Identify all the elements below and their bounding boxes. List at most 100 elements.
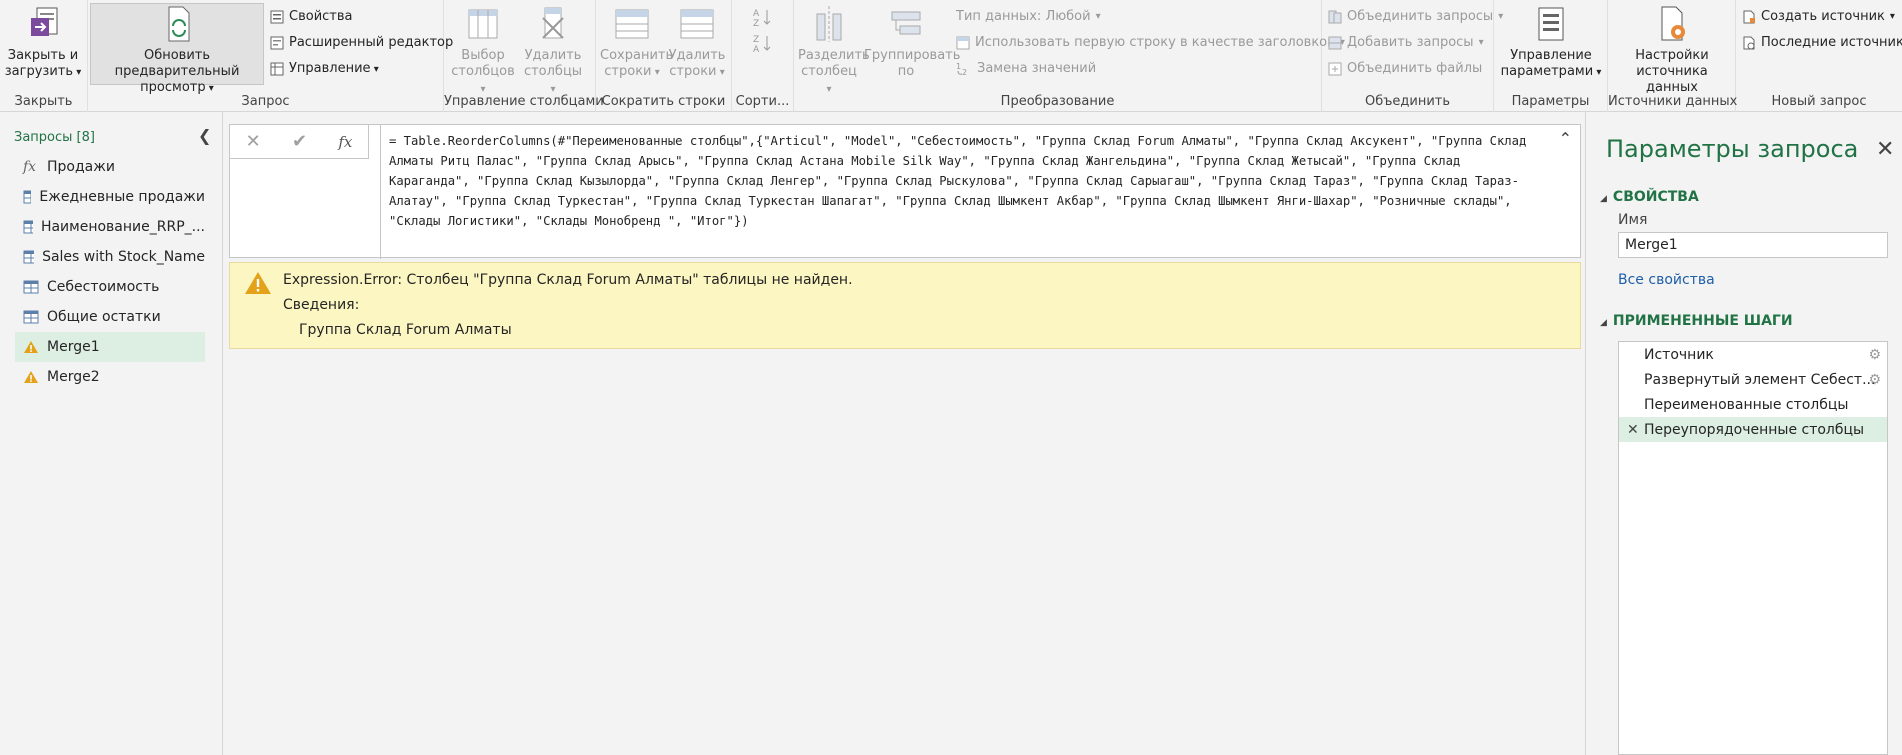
applied-steps-heading[interactable]: ПРИМЕНЕННЫЕ ШАГИ [1600,313,1793,329]
collapse-pane-icon[interactable]: ❮ [198,126,211,145]
close-and-load-button[interactable]: Закрыть и загрузить [2,4,84,81]
manage-button[interactable]: Управление [270,58,379,80]
ribbon: Закрыть и загрузить Закрыть Обновить пре… [0,0,1902,112]
step-renamed-columns[interactable]: Переименованные столбцы [1619,392,1887,417]
close-load-label1: Закрыть и [7,48,79,63]
manage-columns-group-label: Управление столбцами [444,94,604,109]
query-name-field[interactable] [1618,232,1888,258]
sort-ascending-button[interactable]: AZ [752,6,772,28]
manage-label: Управление [289,58,379,81]
properties-button[interactable]: Свойства [270,6,353,28]
sort-group-label: Сорти... [735,94,790,109]
refresh-icon [168,6,190,42]
commit-icon[interactable]: ✔ [292,131,307,152]
table-icon [23,250,35,264]
svg-text:A: A [753,45,760,53]
new-source-button[interactable]: Создать источник [1742,6,1895,28]
advanced-editor-icon [270,36,284,50]
refresh-preview-button[interactable]: Обновить предварительный просмотр [90,3,264,95]
manage-params-button[interactable]: Управление параметрами [1498,4,1604,81]
fx-icon: fx [23,159,37,175]
append-queries-icon [1328,36,1342,50]
close-load-icon [31,7,58,36]
sort-ascending-icon: AZ [753,9,771,27]
query-item-merge2[interactable]: Merge2 [15,362,205,392]
svg-text:2: 2 [962,68,967,76]
merge-queries-button[interactable]: Объединить запросы [1328,6,1503,28]
gear-icon[interactable]: ⚙ [1868,372,1881,388]
params-group-label: Параметры [1511,94,1590,109]
combine-group: Объединить запросы Добавить запросы Объе… [1322,0,1494,112]
data-sources-group-label: Источники данных [1608,94,1738,109]
advanced-editor-button[interactable]: Расширенный редактор [270,32,453,54]
fx-button[interactable]: fx [338,133,352,151]
refresh-label1: Обновить предварительный [114,48,240,79]
remove-columns-button[interactable]: Удалить столбцы [520,4,586,98]
remove-columns-label2: столбцы [524,64,582,96]
properties-heading[interactable]: СВОЙСТВА [1600,189,1699,205]
query-item-rrp-name[interactable]: Наименование_RRP_... [15,212,205,242]
query-item-cost[interactable]: Себестоимость [15,272,205,302]
first-row-headers-label: Использовать первую строку в качестве за… [975,35,1335,50]
new-query-group: Создать источник Последние источники Нов… [1736,0,1902,112]
replace-values-button[interactable]: 12 Замена значений [956,58,1096,80]
delete-step-icon[interactable]: ✕ [1627,422,1639,438]
all-properties-link[interactable]: Все свойства [1618,272,1715,288]
choose-columns-button[interactable]: Выбор столбцов [450,4,516,98]
warning-icon [245,272,271,294]
query-item-merge1[interactable]: Merge1 [15,332,205,362]
new-query-group-label: Новый запрос [1771,94,1867,109]
step-label: Развернутый элемент Себест... [1644,371,1876,388]
split-column-button[interactable]: Разделить столбец [798,4,870,98]
table-icon [23,220,33,234]
query-item-sales[interactable]: fx Продажи [15,152,205,182]
manage-params-label1: Управление [1510,48,1592,63]
reduce-rows-group: Сохранить строки Удалить строки Сократит… [596,0,732,112]
collapse-formula-icon[interactable]: ⌃ [1559,129,1572,148]
data-source-settings-icon [1661,6,1685,41]
step-source[interactable]: Источник ⚙ [1619,342,1887,367]
query-group: Обновить предварительный просмотр Свойст… [88,0,453,112]
manage-columns-group: Выбор столбцов Удалить столбцы Управлени… [444,0,604,112]
query-label: Общие остатки [47,309,161,325]
query-label: Sales with Stock_Name [42,249,205,265]
data-type-dropdown[interactable]: Тип данных: Любой [956,6,1101,28]
data-sources-group: Настройки источника данных Источники дан… [1608,0,1738,112]
headers-icon [956,36,970,50]
sort-descending-button[interactable]: ZA [752,32,772,54]
transform-group-label: Преобразование [1000,94,1115,109]
svg-text:Z: Z [753,35,759,45]
refresh-label2: просмотр [140,80,214,95]
recent-sources-button[interactable]: Последние источники [1742,32,1902,54]
append-queries-label: Добавить запросы [1347,35,1474,50]
remove-rows-label2: строки [669,64,724,79]
table-icon [270,62,284,76]
gear-icon[interactable]: ⚙ [1868,347,1881,363]
step-label: Переупорядоченные столбцы [1644,421,1865,438]
keep-rows-label1: Сохранить [600,48,674,63]
new-source-label: Создать источник [1761,9,1885,24]
append-queries-button[interactable]: Добавить запросы [1328,32,1484,54]
close-icon[interactable]: ✕ [1876,137,1894,162]
first-row-headers-button[interactable]: Использовать первую строку в качестве за… [956,32,1345,54]
error-message: Expression.Error: Столбец "Группа Склад … [283,272,853,288]
error-panel: Expression.Error: Столбец "Группа Склад … [229,262,1581,349]
formula-input[interactable]: = Table.ReorderColumns(#"Переименованные… [380,125,1555,259]
new-source-icon [1743,10,1755,24]
combine-files-button[interactable]: Объединить файлы [1328,58,1482,80]
step-reordered-columns[interactable]: ✕ Переупорядоченные столбцы [1619,417,1887,442]
query-item-daily-sales[interactable]: Ежедневные продажи [15,182,205,212]
data-source-settings-button[interactable]: Настройки источника данных [1612,4,1732,96]
combine-files-icon [1328,62,1342,76]
merge-queries-label: Объединить запросы [1347,9,1494,24]
step-expanded-cost[interactable]: Развернутый элемент Себест... ⚙ [1619,367,1887,392]
settings-title: Параметры запроса [1606,135,1859,163]
group-by-button[interactable]: Группировать по [864,4,960,80]
keep-rows-button[interactable]: Сохранить строки [600,4,673,81]
query-item-sales-with-stock[interactable]: Sales with Stock_Name [15,242,205,272]
cancel-icon[interactable]: ✕ [246,131,261,152]
group-by-label2: по [897,64,915,79]
query-item-total-stock[interactable]: Общие остатки [15,302,205,332]
manage-params-label2: параметрами [1501,64,1602,79]
remove-rows-button[interactable]: Удалить строки [666,4,728,81]
